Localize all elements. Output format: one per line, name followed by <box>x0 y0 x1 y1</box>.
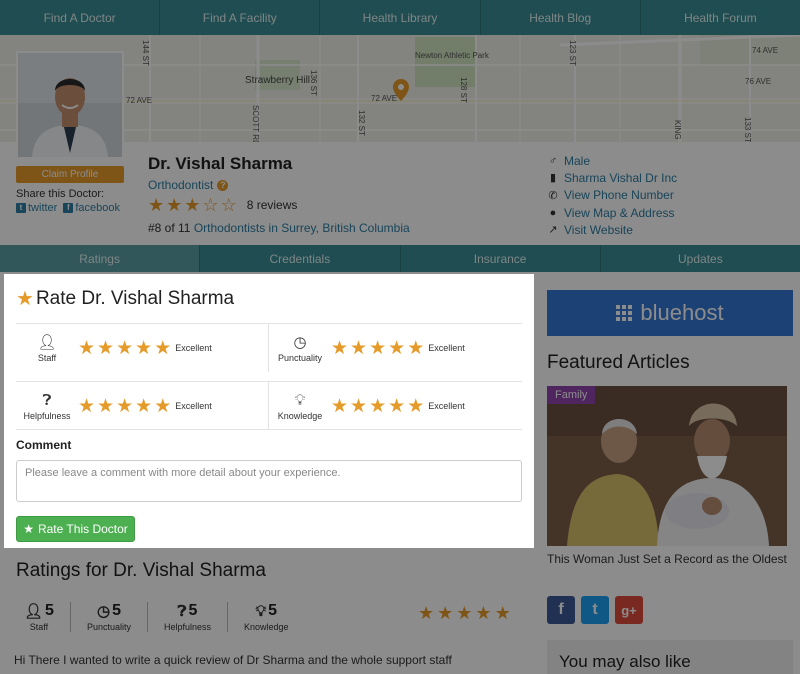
question-icon: ❓︎ <box>42 391 52 409</box>
star-filled-icon[interactable]: ★ <box>331 395 348 418</box>
modal-backdrop-bottom[interactable] <box>0 548 800 674</box>
clock-icon: ◷ <box>293 334 307 351</box>
comment-label: Comment <box>16 438 72 452</box>
star-filled-icon[interactable]: ★ <box>97 395 114 418</box>
rate-knowledge-value: Excellent <box>428 401 465 411</box>
rate-helpfulness-stars[interactable]: ★ ★ ★ ★ ★ <box>78 395 171 418</box>
rate-row-2: ❓︎ Helpfulness ★ ★ ★ ★ ★ Excellent 💡︎ Kn… <box>16 381 522 430</box>
star-filled-icon[interactable]: ★ <box>369 395 386 418</box>
rate-punctuality-label: Punctuality <box>277 353 323 363</box>
star-filled-icon: ★ <box>16 288 34 310</box>
rate-punctuality-stars[interactable]: ★ ★ ★ ★ ★ <box>331 337 424 360</box>
star-filled-icon[interactable]: ★ <box>388 337 405 360</box>
rate-helpfulness-value: Excellent <box>175 401 212 411</box>
rate-knowledge: 💡︎ Knowledge ★ ★ ★ ★ ★ Excellent <box>269 382 522 430</box>
star-filled-icon[interactable]: ★ <box>331 337 348 360</box>
rate-card-title-text: Rate Dr. Vishal Sharma <box>35 287 235 309</box>
star-filled-icon[interactable]: ★ <box>369 337 386 360</box>
rate-punctuality-value: Excellent <box>428 343 465 353</box>
star-icon: ★ <box>23 522 34 536</box>
star-filled-icon[interactable]: ★ <box>135 337 152 360</box>
rate-row-1: 👤︎ Staff ★ ★ ★ ★ ★ Excellent ◷ Punctuali… <box>16 323 522 372</box>
star-filled-icon[interactable]: ★ <box>350 395 367 418</box>
rate-this-doctor-button[interactable]: ★ Rate This Doctor <box>16 516 135 542</box>
rate-staff-value: Excellent <box>175 343 212 353</box>
rate-doctor-card: ★ Rate Dr. Vishal Sharma 👤︎ Staff ★ ★ ★ … <box>4 274 534 548</box>
star-filled-icon[interactable]: ★ <box>116 337 133 360</box>
star-filled-icon[interactable]: ★ <box>97 337 114 360</box>
star-filled-icon[interactable]: ★ <box>154 395 171 418</box>
star-filled-icon[interactable]: ★ <box>78 337 95 360</box>
rate-row-divider <box>16 429 522 430</box>
star-filled-icon[interactable]: ★ <box>407 337 424 360</box>
user-icon: 👤︎ <box>37 334 57 351</box>
modal-backdrop-right[interactable] <box>534 274 800 548</box>
lightbulb-icon: 💡︎ <box>294 391 306 409</box>
rate-knowledge-label: Knowledge <box>277 410 323 421</box>
rate-staff-label: Staff <box>37 353 57 363</box>
rate-helpfulness-label: Helpfulness <box>23 410 71 421</box>
modal-backdrop-top[interactable] <box>0 0 800 274</box>
rate-card-title: ★ Rate Dr. Vishal Sharma <box>16 286 234 311</box>
star-filled-icon[interactable]: ★ <box>135 395 152 418</box>
star-filled-icon[interactable]: ★ <box>388 395 405 418</box>
rate-helpfulness: ❓︎ Helpfulness ★ ★ ★ ★ ★ Excellent <box>16 382 269 430</box>
star-filled-icon[interactable]: ★ <box>407 395 424 418</box>
star-filled-icon[interactable]: ★ <box>116 395 133 418</box>
rate-knowledge-stars[interactable]: ★ ★ ★ ★ ★ <box>331 395 424 418</box>
star-filled-icon[interactable]: ★ <box>78 395 95 418</box>
rate-staff: 👤︎ Staff ★ ★ ★ ★ ★ Excellent <box>16 324 269 372</box>
star-filled-icon[interactable]: ★ <box>154 337 171 360</box>
rate-punctuality: ◷ Punctuality ★ ★ ★ ★ ★ Excellent <box>269 324 522 372</box>
rate-button-label: Rate This Doctor <box>37 522 128 536</box>
rate-staff-stars[interactable]: ★ ★ ★ ★ ★ <box>78 337 171 360</box>
comment-textarea[interactable] <box>16 460 522 502</box>
star-filled-icon[interactable]: ★ <box>350 337 367 360</box>
